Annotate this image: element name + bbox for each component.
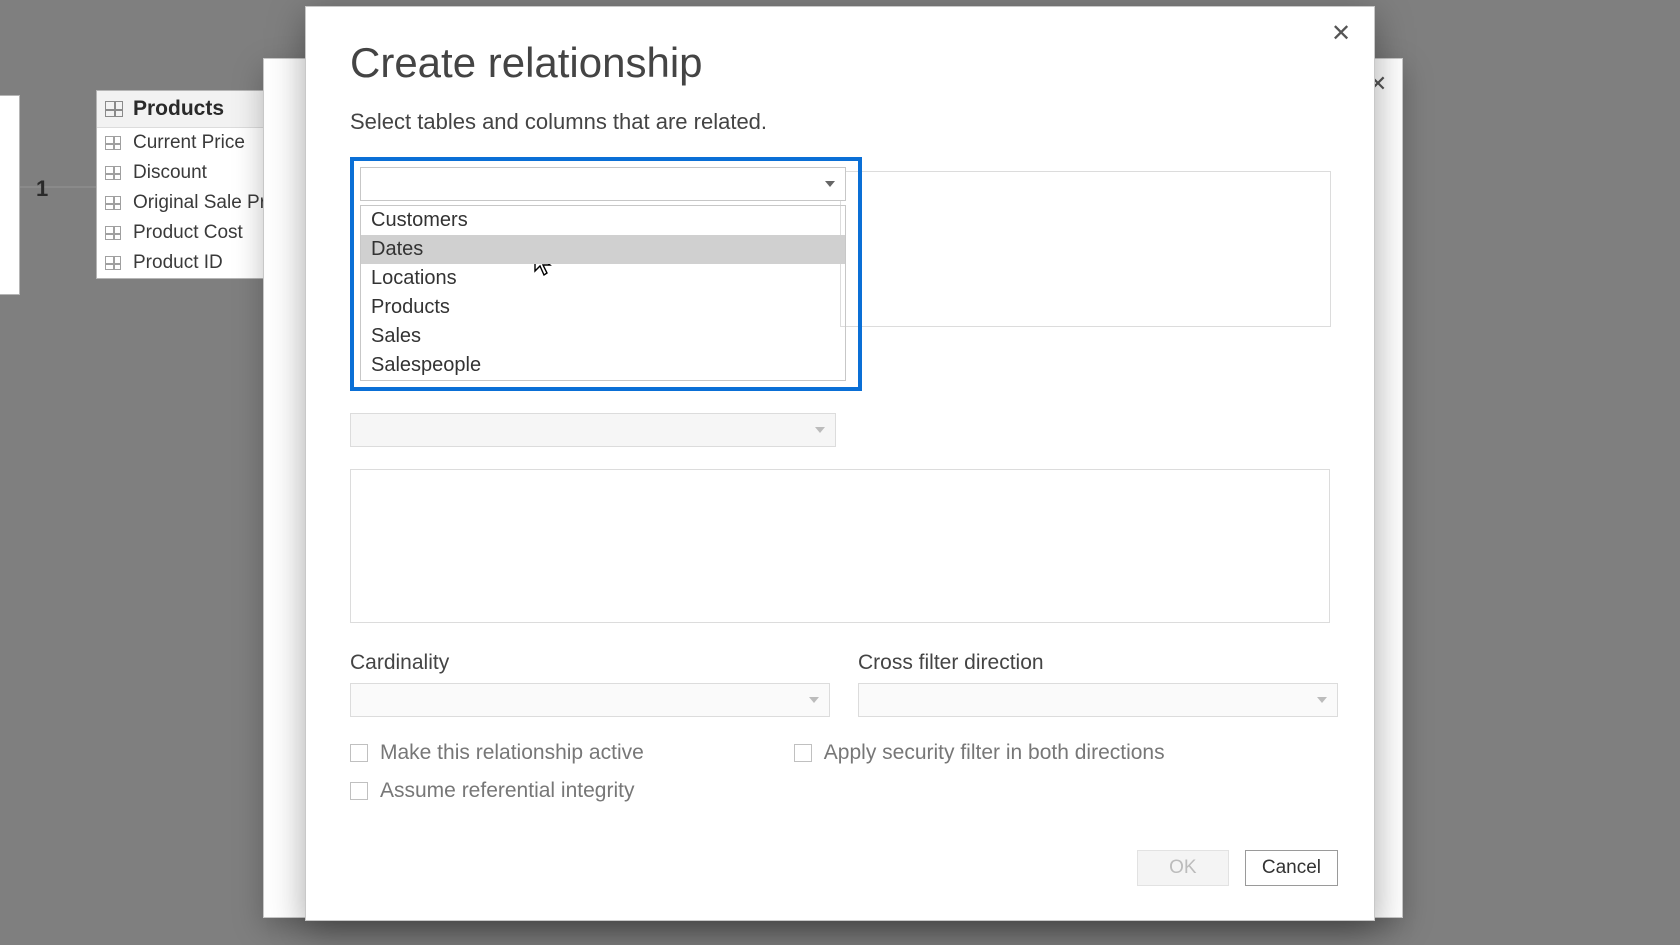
field-label: Product Cost bbox=[133, 222, 243, 244]
dropdown-item-sales[interactable]: Sales bbox=[361, 322, 845, 351]
create-relationship-dialog: ✕ Create relationship Select tables and … bbox=[305, 6, 1375, 921]
dropdown-item-products[interactable]: Products bbox=[361, 293, 845, 322]
cardinality-one-label: 1 bbox=[36, 176, 48, 202]
dropdown-item-salespeople[interactable]: Salespeople bbox=[361, 351, 845, 380]
field-label: Discount bbox=[133, 162, 207, 184]
dropdown-item-locations[interactable]: Locations bbox=[361, 264, 845, 293]
make-active-checkbox[interactable]: Make this relationship active bbox=[350, 741, 644, 765]
products-table-title: Products bbox=[133, 97, 224, 121]
chevron-down-icon bbox=[825, 181, 835, 187]
column-icon bbox=[105, 196, 121, 210]
relationship-connector bbox=[20, 186, 96, 188]
column-icon bbox=[105, 166, 121, 180]
checkbox-icon bbox=[794, 744, 812, 762]
ok-button[interactable]: OK bbox=[1137, 850, 1229, 886]
column-icon bbox=[105, 136, 121, 150]
table2-preview-pane bbox=[350, 469, 1330, 623]
field-label: Original Sale Pri bbox=[133, 192, 270, 214]
dropdown-item-dates[interactable]: Dates bbox=[361, 235, 845, 264]
dropdown-item-customers[interactable]: Customers bbox=[361, 206, 845, 235]
table1-selector-highlight: Customers Dates Locations Products Sales… bbox=[350, 157, 862, 391]
checkbox-icon bbox=[350, 744, 368, 762]
assume-referential-checkbox[interactable]: Assume referential integrity bbox=[350, 779, 634, 803]
chevron-down-icon bbox=[1317, 697, 1327, 703]
cardinality-combo[interactable] bbox=[350, 683, 830, 717]
field-label: Product ID bbox=[133, 252, 223, 274]
make-active-label: Make this relationship active bbox=[380, 741, 644, 765]
column-icon bbox=[105, 256, 121, 270]
table1-combo[interactable] bbox=[360, 167, 846, 201]
assume-referential-label: Assume referential integrity bbox=[380, 779, 634, 803]
dialog-title: Create relationship bbox=[350, 39, 1338, 87]
table-icon bbox=[105, 101, 123, 117]
model-node-left bbox=[0, 95, 20, 295]
apply-security-checkbox[interactable]: Apply security filter in both directions bbox=[794, 741, 1165, 765]
cardinality-label: Cardinality bbox=[350, 651, 830, 675]
table1-preview-pane bbox=[840, 171, 1331, 327]
dialog-subtitle: Select tables and columns that are relat… bbox=[350, 109, 1338, 135]
cancel-button[interactable]: Cancel bbox=[1245, 850, 1338, 886]
field-label: Current Price bbox=[133, 132, 245, 154]
crossfilter-combo[interactable] bbox=[858, 683, 1338, 717]
table1-dropdown-list: Customers Dates Locations Products Sales… bbox=[360, 205, 846, 381]
checkbox-icon bbox=[350, 782, 368, 800]
apply-security-label: Apply security filter in both directions bbox=[824, 741, 1165, 765]
chevron-down-icon bbox=[815, 427, 825, 433]
table2-combo[interactable] bbox=[350, 413, 836, 447]
chevron-down-icon bbox=[809, 697, 819, 703]
crossfilter-label: Cross filter direction bbox=[858, 651, 1338, 675]
column-icon bbox=[105, 226, 121, 240]
close-icon[interactable]: ✕ bbox=[1326, 19, 1356, 49]
